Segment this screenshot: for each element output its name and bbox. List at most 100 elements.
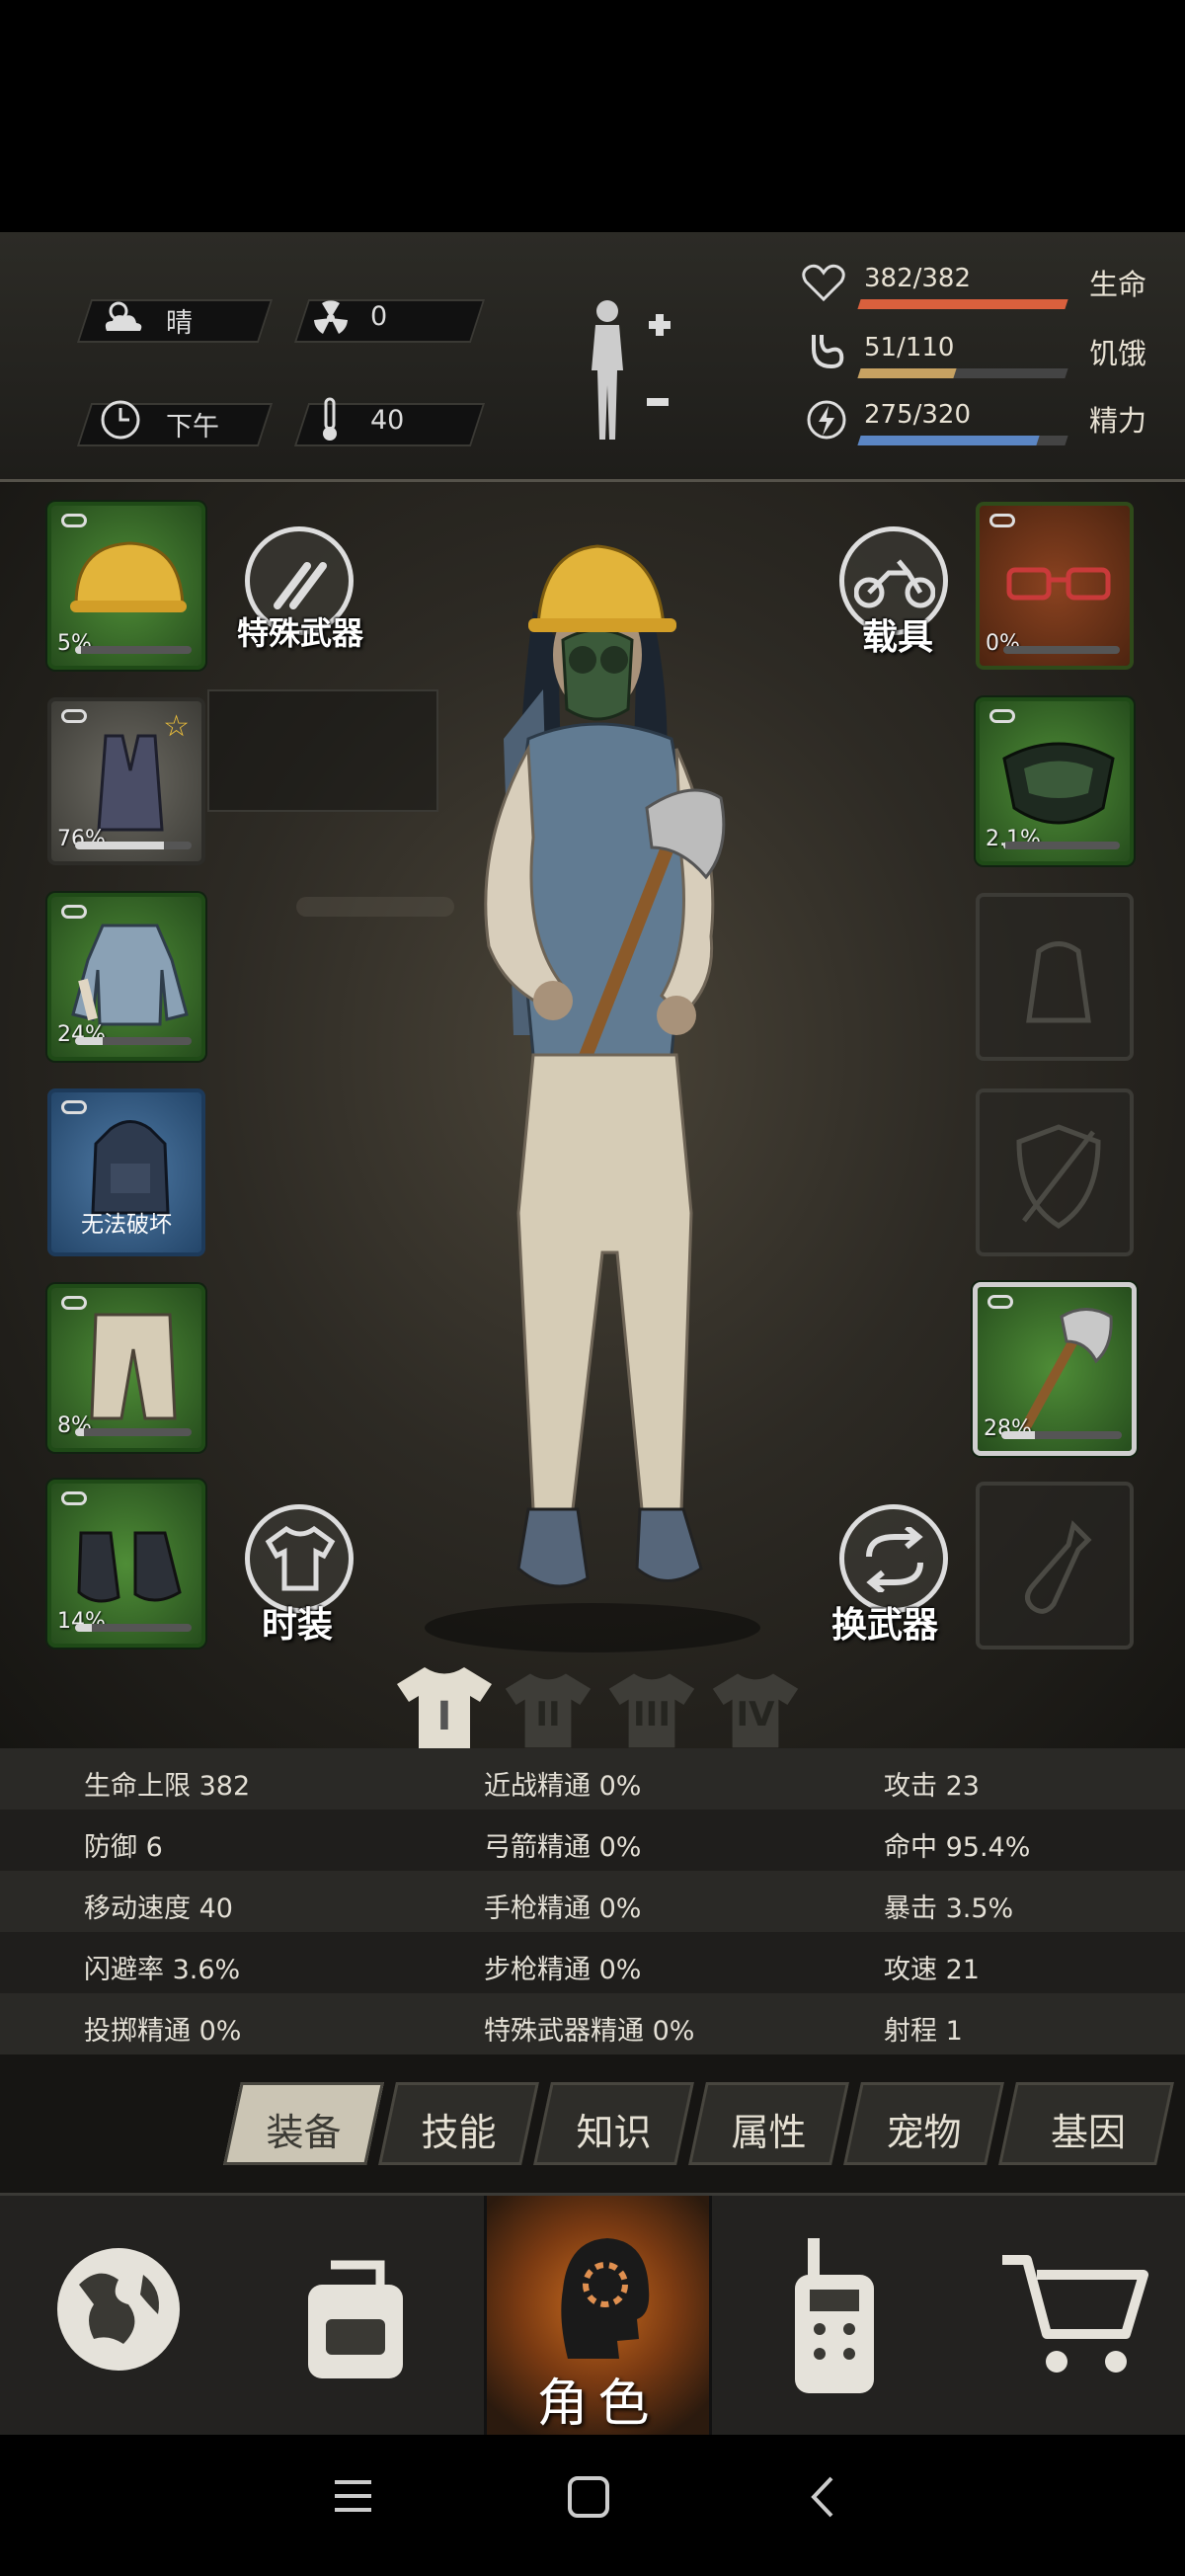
vehicle-label[interactable]: 载具 xyxy=(862,608,933,660)
gas-mask-slot[interactable]: 2.1% xyxy=(976,697,1134,865)
energy-label: 精力 xyxy=(1089,404,1147,438)
health-bar xyxy=(857,299,1068,309)
link-icon xyxy=(61,514,87,527)
stat-critical: 暴击 3.5% xyxy=(884,1893,1014,1924)
stat-special-weapon-mastery: 特殊武器精通 0% xyxy=(484,2016,695,2047)
thermometer-icon xyxy=(318,396,342,443)
status-panel: 晴 0 下午 40 382/382 生命 51/110 饥饿 275/320 精… xyxy=(0,232,1185,482)
hunger-bar xyxy=(857,368,1068,378)
energy-text: 275/320 xyxy=(864,400,972,430)
pants-slot[interactable]: 8% xyxy=(47,1284,205,1452)
axe-slot[interactable]: 28% xyxy=(973,1282,1137,1456)
tab-attributes-label[interactable]: 属性 xyxy=(697,2102,840,2156)
stat-bow-mastery: 弓箭精通 0% xyxy=(484,1832,642,1863)
back-icon[interactable] xyxy=(808,2474,837,2520)
shoes-icon xyxy=(77,1531,182,1603)
syringe-icon xyxy=(274,562,327,609)
tshirt-icon xyxy=(265,1525,336,1591)
time-text: 下午 xyxy=(166,412,219,443)
outfit-set-1[interactable]: I xyxy=(395,1662,494,1751)
energy-bar xyxy=(857,436,1068,445)
top-bar xyxy=(0,0,1185,232)
stat-attack-speed: 攻速 21 xyxy=(884,1955,980,1985)
vest-slot[interactable]: ☆ 76% xyxy=(47,697,205,865)
durability-bar xyxy=(1001,1431,1122,1439)
link-icon xyxy=(61,1491,87,1505)
throwable-slot-empty[interactable] xyxy=(976,1482,1134,1650)
helmet-slot[interactable]: 5% xyxy=(47,502,205,670)
tab-knowledge-label[interactable]: 知识 xyxy=(542,2102,685,2156)
durability-bar xyxy=(75,842,192,849)
stats-row: 生命上限 382 近战精通 0% 攻击 23 xyxy=(0,1748,1185,1810)
nav-radio-button[interactable] xyxy=(780,2230,889,2398)
walkie-talkie-icon xyxy=(795,2238,874,2393)
jacket-slot[interactable]: 24% xyxy=(47,893,205,1061)
tab-genes-label[interactable]: 基因 xyxy=(1009,2102,1167,2156)
tab-equipment-label[interactable]: 装备 xyxy=(232,2102,375,2156)
head-silhouette-icon xyxy=(561,2238,650,2359)
bag-placeholder-icon xyxy=(1026,941,1091,1023)
home-icon[interactable] xyxy=(566,2474,611,2520)
outfit-set-label: II xyxy=(535,1695,561,1734)
link-icon xyxy=(989,709,1015,723)
stat-attack: 攻击 23 xyxy=(884,1771,980,1802)
durability-bar xyxy=(75,646,192,654)
stats-table: 生命上限 382 近战精通 0% 攻击 23 防御 6 弓箭精通 0% 命中 9… xyxy=(0,1748,1185,2054)
durability-bar xyxy=(75,1037,192,1045)
swap-icon xyxy=(866,1527,923,1592)
stat-range: 射程 1 xyxy=(884,2016,963,2047)
nav-map-button[interactable] xyxy=(49,2235,188,2383)
nav-character-button[interactable]: 角色 xyxy=(484,2196,712,2438)
health-label: 生命 xyxy=(1089,268,1147,301)
shoes-slot[interactable]: 14% xyxy=(47,1480,205,1648)
motorcycle-icon xyxy=(854,559,935,608)
tab-pets-label[interactable]: 宠物 xyxy=(852,2102,995,2156)
axe-icon xyxy=(1022,1308,1113,1430)
tab-skills-label[interactable]: 技能 xyxy=(387,2102,530,2156)
stat-max-health: 生命上限 382 xyxy=(84,1771,251,1802)
link-icon xyxy=(989,514,1015,527)
body-status-button[interactable] xyxy=(568,291,686,453)
bag-slot-empty[interactable] xyxy=(976,893,1134,1061)
outfit-set-2[interactable]: II xyxy=(504,1667,592,1751)
shopping-cart-icon xyxy=(1002,2255,1148,2373)
nav-shop-button[interactable] xyxy=(997,2245,1155,2383)
swap-weapon-label[interactable]: 换武器 xyxy=(831,1596,938,1648)
bottle-placeholder-icon xyxy=(1025,1520,1092,1614)
character-scene: 5% ☆ 76% 24% 无法破坏 8% 14% 0% 2.1% 28% 特殊武… xyxy=(0,482,1185,1751)
jacket-icon xyxy=(71,924,189,1026)
fashion-label[interactable]: 时装 xyxy=(262,1596,333,1648)
stomach-icon xyxy=(802,331,847,372)
globe-icon xyxy=(57,2248,180,2371)
outfit-set-label: I xyxy=(436,1694,452,1739)
stat-rifle-mastery: 步枪精通 0% xyxy=(484,1955,642,1985)
shield-slot-empty[interactable] xyxy=(976,1088,1134,1256)
hunger-label: 饥饿 xyxy=(1089,337,1147,370)
helmet-icon xyxy=(70,541,187,612)
gas-mask-icon xyxy=(1002,742,1115,825)
stats-row: 移动速度 40 手枪精通 0% 暴击 3.5% xyxy=(0,1871,1185,1932)
nav-inventory-button[interactable] xyxy=(286,2240,425,2388)
energy-icon xyxy=(805,398,848,443)
character-figure xyxy=(395,522,790,1661)
stat-accuracy: 命中 95.4% xyxy=(884,1832,1031,1863)
pants-icon xyxy=(90,1313,177,1420)
clock-icon xyxy=(99,398,142,442)
temperature-value: 40 xyxy=(370,405,405,436)
nav-character-label: 角色 xyxy=(536,2375,660,2434)
outfit-set-3[interactable]: III xyxy=(607,1667,696,1751)
outfit-set-label: IV xyxy=(736,1695,775,1734)
stat-melee-mastery: 近战精通 0% xyxy=(484,1771,642,1802)
backpack-slot[interactable]: 无法破坏 xyxy=(47,1088,205,1256)
cloud-sun-icon xyxy=(99,297,146,337)
outfit-set-4[interactable]: IV xyxy=(711,1667,800,1751)
recent-apps-icon[interactable] xyxy=(331,2476,375,2516)
radiation-value: 0 xyxy=(370,301,388,332)
special-weapon-label[interactable]: 特殊武器 xyxy=(237,608,363,654)
stat-throw-mastery: 投掷精通 0% xyxy=(84,2016,242,2047)
system-nav-bar xyxy=(0,2435,1185,2576)
character-tabs: 装备 技能 知识 属性 宠物 基因 xyxy=(0,2054,1185,2193)
stat-move-speed: 移动速度 40 xyxy=(84,1893,233,1924)
stats-row: 闪避率 3.6% 步枪精通 0% 攻速 21 xyxy=(0,1932,1185,1993)
glasses-slot[interactable]: 0% xyxy=(976,502,1134,670)
